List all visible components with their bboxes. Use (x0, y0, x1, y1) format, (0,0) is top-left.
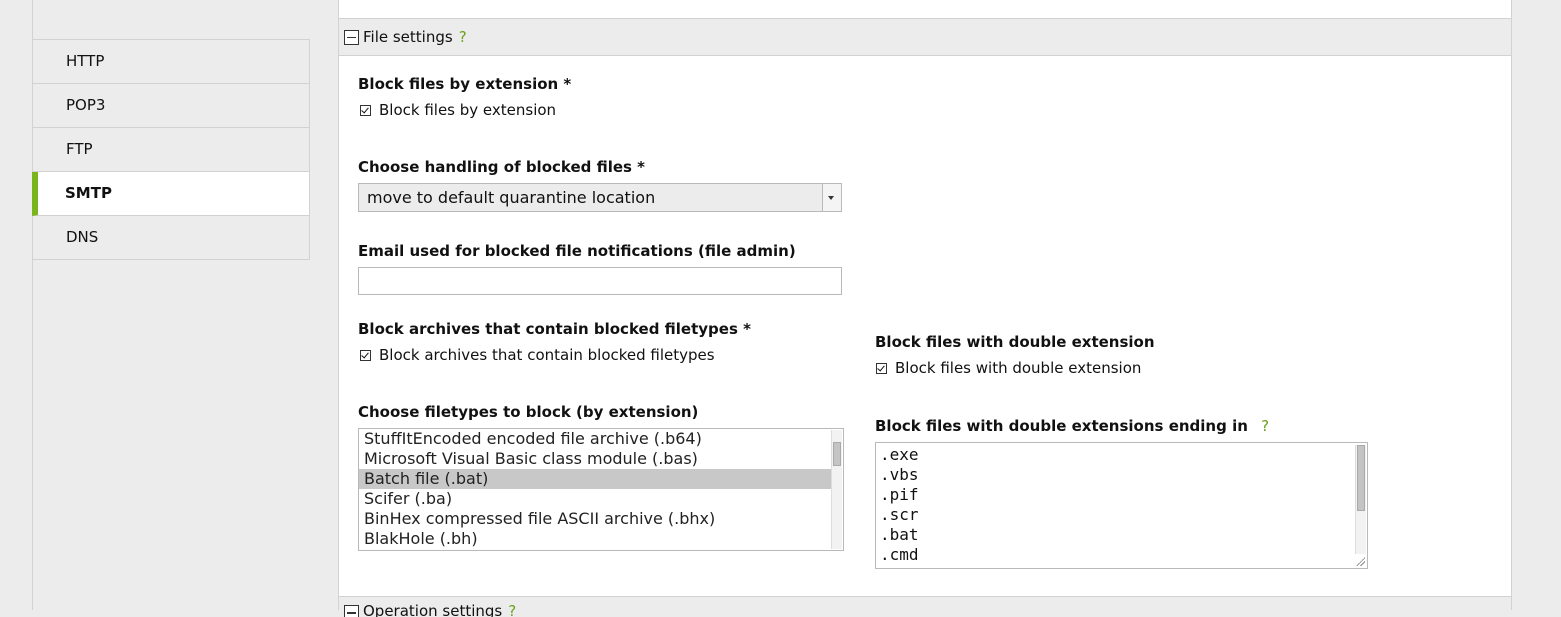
protocol-sidebar: HTTP POP3 FTP SMTP DNS (32, 0, 310, 610)
collapse-icon[interactable] (344, 29, 359, 45)
email-field[interactable] (358, 267, 842, 295)
listbox-scrollbar[interactable] (831, 430, 842, 549)
page-background-right (1512, 0, 1561, 610)
resize-grip-icon[interactable] (1356, 557, 1365, 566)
handling-label: Choose handling of blocked files * (358, 158, 646, 176)
double-endings-label: Block files with double extensions endin… (875, 417, 1269, 435)
block-archives-checkbox[interactable] (360, 349, 371, 361)
list-item[interactable]: BinHex compressed file ASCII archive (.b… (359, 509, 843, 529)
textarea-line: .cmd (880, 545, 919, 564)
filetypes-label: Choose filetypes to block (by extension) (358, 403, 699, 421)
handling-value: move to default quarantine location (367, 188, 656, 207)
scrollbar-thumb[interactable] (833, 442, 841, 466)
list-item[interactable]: Microsoft Visual Basic class module (.ba… (359, 449, 843, 469)
handling-select[interactable]: move to default quarantine location (358, 183, 842, 212)
block-by-extension-row[interactable]: Block files by extension (358, 101, 556, 119)
double-endings-label-text: Block files with double extensions endin… (875, 417, 1248, 435)
textarea-line: .vbs (880, 465, 919, 484)
textarea-scrollbar[interactable] (1355, 445, 1366, 554)
collapse-icon[interactable] (344, 605, 359, 617)
sidebar-item-dns[interactable]: DNS (33, 216, 310, 260)
textarea-line: .scr (880, 505, 919, 524)
block-double-label: Block files with double extension (875, 333, 1155, 351)
block-by-extension-label: Block files by extension * (358, 75, 572, 93)
block-double-checkbox[interactable] (876, 362, 887, 374)
file-settings-header[interactable]: File settings ? (339, 19, 1511, 56)
textarea-line: .pif (880, 485, 919, 504)
checkbox-label: Block files by extension (379, 101, 557, 119)
scrollbar-thumb[interactable] (1357, 445, 1365, 511)
list-item-selected[interactable]: Batch file (.bat) (359, 469, 831, 489)
help-icon[interactable]: ? (459, 28, 467, 46)
block-archives-label: Block archives that contain blocked file… (358, 320, 751, 338)
checkbox-label: Block files with double extension (895, 359, 1142, 377)
list-item[interactable]: StuffItEncoded encoded file archive (.b6… (359, 429, 843, 449)
sidebar-item-smtp[interactable]: SMTP (32, 172, 310, 216)
operation-settings-header[interactable]: Operation settings ? (339, 596, 1511, 617)
sidebar-item-ftp[interactable]: FTP (33, 128, 310, 172)
previous-section-end (339, 0, 1511, 19)
email-label: Email used for blocked file notification… (358, 242, 796, 260)
section-title: File settings (363, 28, 453, 46)
checkbox-label: Block archives that contain blocked file… (379, 346, 715, 364)
double-endings-textarea[interactable]: .exe .vbs .pif .scr .bat .cmd (875, 442, 1368, 569)
block-double-row[interactable]: Block files with double extension (874, 359, 1141, 377)
sidebar-top-spacer (33, 0, 310, 40)
textarea-line: .exe (880, 445, 919, 464)
list-item[interactable]: BlakHole (.bh) (359, 529, 843, 549)
sidebar-item-pop3[interactable]: POP3 (33, 84, 310, 128)
block-by-extension-checkbox[interactable] (360, 104, 371, 116)
list-item[interactable]: Scifer (.ba) (359, 489, 843, 509)
dropdown-arrow-icon[interactable] (822, 184, 841, 211)
filetypes-listbox[interactable]: StuffItEncoded encoded file archive (.b6… (358, 428, 844, 551)
sidebar-item-http[interactable]: HTTP (33, 40, 310, 84)
textarea-line: .bat (880, 525, 919, 544)
help-icon[interactable]: ? (1261, 417, 1269, 435)
block-archives-row[interactable]: Block archives that contain blocked file… (358, 346, 715, 364)
